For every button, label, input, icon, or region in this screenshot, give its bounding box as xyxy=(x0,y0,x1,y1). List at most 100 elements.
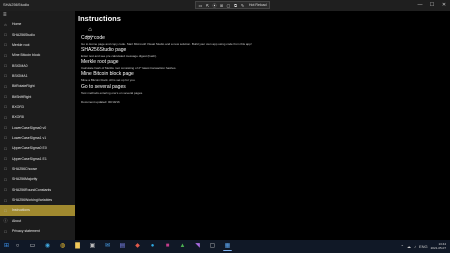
start-icon[interactable]: ⊞ xyxy=(3,243,10,250)
edge-icon[interactable]: ◉ xyxy=(43,242,52,251)
taskbar: ⊞ ○ ▭ ◉ ◍ ▇ ▣ ✉ ▤ ◆ ● ■ ▲ ◥ ▢ ▦ ⌃ ☁ ♪ ENG 13:44 2021-… xyxy=(0,240,450,253)
sidebar-item-uppercasesigma0-e0[interactable]: □ UpperCaseSigma0 E0 xyxy=(0,143,75,153)
sidebar-item-label: UpperCaseSigma1 E1 xyxy=(12,156,47,161)
page-icon: □ xyxy=(4,156,7,162)
language-indicator[interactable]: ENG xyxy=(419,244,428,249)
section-sha256studio: SHA256Studio page Enter text and see pre… xyxy=(81,47,157,58)
display-layout-icon[interactable]: ⇱ xyxy=(205,3,210,8)
volume-icon[interactable]: ♪ xyxy=(414,244,416,249)
sidebar-item-label: BSIGMA1 xyxy=(12,73,28,78)
sidebar-item-label: Instructions xyxy=(12,208,30,213)
select-element-icon[interactable]: ▭ xyxy=(198,3,203,8)
sidebar-item-lowercasesigma0-v0[interactable]: □ LowerCaseSigma0 v0 xyxy=(0,122,75,132)
sidebar-item-label: SHA256Majority xyxy=(12,177,38,182)
app-icon[interactable]: ● xyxy=(148,242,157,251)
page-icon: □ xyxy=(4,63,7,69)
sidebar-item-sha256studio[interactable]: □ SHA256Studio xyxy=(0,29,75,39)
live-tree-icon[interactable]: ⧉ xyxy=(233,3,238,8)
hamburger-menu-icon[interactable]: ≡ xyxy=(3,12,10,18)
mail-icon[interactable]: ✉ xyxy=(103,242,112,251)
section-heading: Go to several pages xyxy=(81,84,126,90)
app-icon[interactable]: ▦ xyxy=(223,242,232,251)
sidebar-item-label: UpperCaseSigma0 E0 xyxy=(12,146,47,151)
system-tray: ⌃ ☁ ♪ ENG 13:44 2021-05-07 xyxy=(401,242,446,250)
sidebar-item-label: BitShiftRight xyxy=(12,94,32,99)
navigation-pane: ≡ ⌂ Home □ SHA256Studio □ Merkle root □ Mine Bi… xyxy=(0,11,75,240)
app-icon[interactable]: ■ xyxy=(163,242,172,251)
sidebar-item-uppercasesigma1-e1[interactable]: □ UpperCaseSigma1 E1 xyxy=(0,153,75,163)
sidebar-item-label: Privacy statement xyxy=(12,229,40,234)
section-heading: Mine Bitcoin block page xyxy=(81,71,134,77)
taskbar-apps: ▭ ◉ ◍ ▇ ▣ ✉ ▤ ◆ ● ■ ▲ ◥ ▢ ▦ xyxy=(28,242,232,251)
nav-list: ⌂ Home □ SHA256Studio □ Merkle root □ Mine Bitc… xyxy=(0,19,75,236)
page-icon: □ xyxy=(4,42,7,48)
page-title: Instructions xyxy=(78,14,121,23)
app-icon[interactable]: ▲ xyxy=(178,242,187,251)
sidebar-item-sha256choose[interactable]: □ SHA256Choose xyxy=(0,164,75,174)
sidebar-item-sha256majority[interactable]: □ SHA256Majority xyxy=(0,174,75,184)
section-heading: SHA256Studio page xyxy=(81,47,127,53)
page-icon: □ xyxy=(4,83,7,89)
sidebar-item-label: Merkle root xyxy=(12,42,30,47)
window-controls: — ☐ ✕ xyxy=(414,0,450,11)
task-view-icon[interactable]: ▭ xyxy=(28,242,37,251)
sidebar-item-sha256roundconstants[interactable]: □ SHA256RoundConstants xyxy=(0,185,75,195)
sidebar-item-bsigma1[interactable]: □ BSIGMA1 xyxy=(0,71,75,81)
sidebar-item-privacy-statement[interactable]: □ Privacy statement xyxy=(0,226,75,236)
page-icon: □ xyxy=(4,114,7,120)
page-icon: □ xyxy=(4,145,7,151)
close-button[interactable]: ✕ xyxy=(438,0,450,11)
sidebar-item-bitrotateright[interactable]: □ BitRotateRight xyxy=(0,81,75,91)
sidebar-item-bitshiftright[interactable]: □ BitShiftRight xyxy=(0,91,75,101)
sidebar-item-mine-bitcoin-block[interactable]: □ Mine Bitcoin block xyxy=(0,50,75,60)
sidebar-item-label: SHA256Choose xyxy=(12,166,38,171)
section-text: Enter text and see pre calculated messag… xyxy=(81,54,157,58)
sidebar-item-lowercasesigma1-v1[interactable]: □ LowerCaseSigma1 v1 xyxy=(0,133,75,143)
page-icon: □ xyxy=(4,207,7,213)
hot-reload-label[interactable]: Hot Reload xyxy=(247,3,267,7)
store-icon[interactable]: ▣ xyxy=(88,242,97,251)
sidebar-item-bxor8[interactable]: □ BXOR8 xyxy=(0,112,75,122)
sidebar-item-about[interactable]: ⓘ About xyxy=(0,216,75,226)
page-icon: □ xyxy=(4,166,7,172)
tray-overflow-icon[interactable]: ⌃ xyxy=(401,244,404,249)
clock[interactable]: 13:44 2021-05-07 xyxy=(431,242,446,250)
section-heading: Merkle root page xyxy=(81,59,119,65)
section-copy-code: Copy code Go to Home page and copy code.… xyxy=(81,35,252,46)
sidebar-item-home[interactable]: ⌂ Home xyxy=(0,19,75,29)
app-icon[interactable]: ▢ xyxy=(208,242,217,251)
visual-studio-icon[interactable]: ◥ xyxy=(193,242,202,251)
page-icon: □ xyxy=(4,32,7,38)
page-icon: □ xyxy=(4,228,7,234)
sidebar-item-label: LowerCaseSigma1 v1 xyxy=(12,135,47,140)
page-icon: □ xyxy=(4,176,7,182)
sidebar-item-instructions[interactable]: □ Instructions xyxy=(0,205,75,216)
clock-date: 2021-05-07 xyxy=(430,246,446,250)
sidebar-item-sha256workingvariables[interactable]: □ SHA256WorkingVariables xyxy=(0,195,75,205)
accessibility-icon[interactable]: ▢ xyxy=(226,3,231,8)
home-icon: ⌂ xyxy=(4,21,7,27)
sidebar-item-bsigma0[interactable]: □ BSIGMA0 xyxy=(0,60,75,70)
onedrive-icon[interactable]: ☁ xyxy=(407,244,411,249)
teams-icon[interactable]: ▤ xyxy=(118,242,127,251)
app-icon[interactable]: ◆ xyxy=(133,242,142,251)
section-text: Calculate hash of Merkle root consisting… xyxy=(81,66,177,70)
title-bar: SHA256Studio ▭ ⇱ ⦿ ⊞ ▢ ⧉ ✎ Hot Reload — … xyxy=(0,0,450,11)
file-explorer-icon[interactable]: ▇ xyxy=(73,242,82,251)
minimize-button[interactable]: — xyxy=(414,0,426,11)
sidebar-item-merkle-root[interactable]: □ Merkle root xyxy=(0,40,75,50)
section-merkle-root: Merkle root page Calculate hash of Merkl… xyxy=(81,59,176,70)
hot-reload-icon[interactable]: ✎ xyxy=(240,3,245,8)
section-mine-bitcoin-block: Mine Bitcoin block page Mine a Bitcoin b… xyxy=(81,71,135,82)
chrome-icon[interactable]: ◍ xyxy=(58,242,67,251)
page-icon: □ xyxy=(4,187,7,193)
maximize-button[interactable]: ☐ xyxy=(426,0,438,11)
sidebar-item-bxor3[interactable]: □ BXOR3 xyxy=(0,102,75,112)
sidebar-item-label: SHA256Studio xyxy=(12,32,35,37)
section-text: Go to Home page and copy code. Start Mic… xyxy=(81,42,252,46)
home-icon[interactable]: ⌂ xyxy=(87,27,93,33)
search-icon[interactable]: ○ xyxy=(14,243,21,250)
track-focus-icon[interactable]: ⦿ xyxy=(212,3,217,8)
layout-adorners-icon[interactable]: ⊞ xyxy=(219,3,224,8)
page-icon: □ xyxy=(4,94,7,100)
